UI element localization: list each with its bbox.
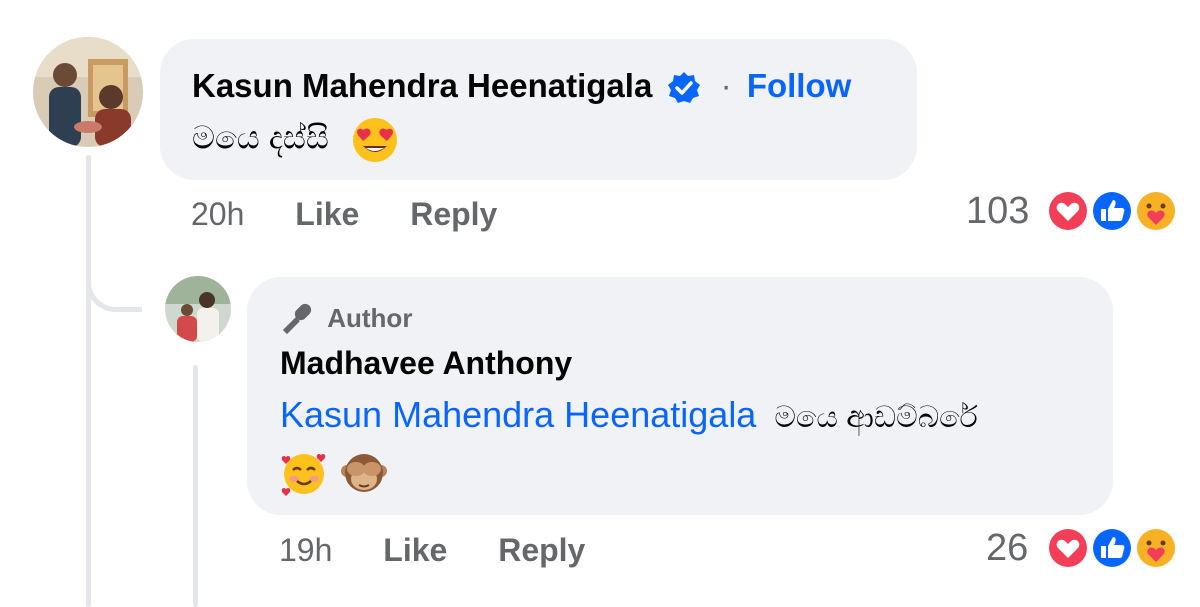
separator-dot: · (720, 67, 732, 104)
thread-line (86, 155, 91, 607)
follow-button[interactable]: Follow (747, 67, 851, 104)
comment-reactions[interactable] (1045, 188, 1178, 236)
comment-author-name[interactable]: Kasun Mahendra Heenatigala (192, 67, 652, 104)
reply-timestamp[interactable]: 19h (279, 532, 332, 568)
like-reaction-icon (1090, 189, 1134, 233)
reply-text: මයෙ ආඩම්බරේ (774, 401, 978, 434)
thread-connector (86, 250, 142, 312)
reply-emojis (280, 449, 388, 497)
reply-bubble: Author Madhavee Anthony Kasun Mahendra H… (247, 277, 1113, 515)
microphone-icon (280, 301, 314, 335)
comment-reply-button[interactable]: Reply (410, 196, 497, 232)
reply-thread-line (193, 365, 198, 607)
love-reaction-icon (1046, 526, 1090, 570)
comment-avatar[interactable] (33, 37, 143, 147)
reply-avatar[interactable] (165, 276, 231, 342)
comment-header: Kasun Mahendra Heenatigala · Follow (192, 67, 851, 105)
love-reaction-icon (1046, 189, 1090, 233)
like-reaction-icon (1090, 526, 1134, 570)
reply-actions: 19h Like Reply (279, 532, 585, 569)
heart-eyes-emoji (352, 117, 398, 163)
comment-timestamp[interactable]: 20h (191, 196, 244, 232)
smiling-face-with-hearts-emoji (280, 449, 328, 497)
comment-reaction-count[interactable]: 103 (966, 190, 1029, 233)
reply-reaction-count[interactable]: 26 (986, 527, 1028, 570)
comment-text: මයෙ දස්සි (192, 119, 329, 156)
care-reaction-icon (1134, 526, 1178, 570)
comment-bubble: Kasun Mahendra Heenatigala · Follow මයෙ … (160, 39, 917, 180)
author-badge: Author (280, 301, 412, 335)
comment-actions: 20h Like Reply (191, 196, 497, 233)
see-no-evil-monkey-emoji (340, 449, 388, 497)
author-badge-label: Author (327, 302, 413, 333)
verified-badge-icon (667, 71, 701, 105)
reply-reactions[interactable] (1045, 525, 1178, 573)
reply-like-button[interactable]: Like (383, 532, 447, 568)
care-reaction-icon (1134, 189, 1178, 233)
reply-body: Kasun Mahendra Heenatigala මයෙ ආඩම්බරේ (280, 394, 978, 436)
mention-link[interactable]: Kasun Mahendra Heenatigala (280, 394, 756, 435)
comment-like-button[interactable]: Like (295, 196, 359, 232)
reply-reply-button[interactable]: Reply (498, 532, 585, 568)
comment-body: මයෙ දස්සි (192, 117, 398, 163)
reply-author-name[interactable]: Madhavee Anthony (280, 345, 572, 382)
